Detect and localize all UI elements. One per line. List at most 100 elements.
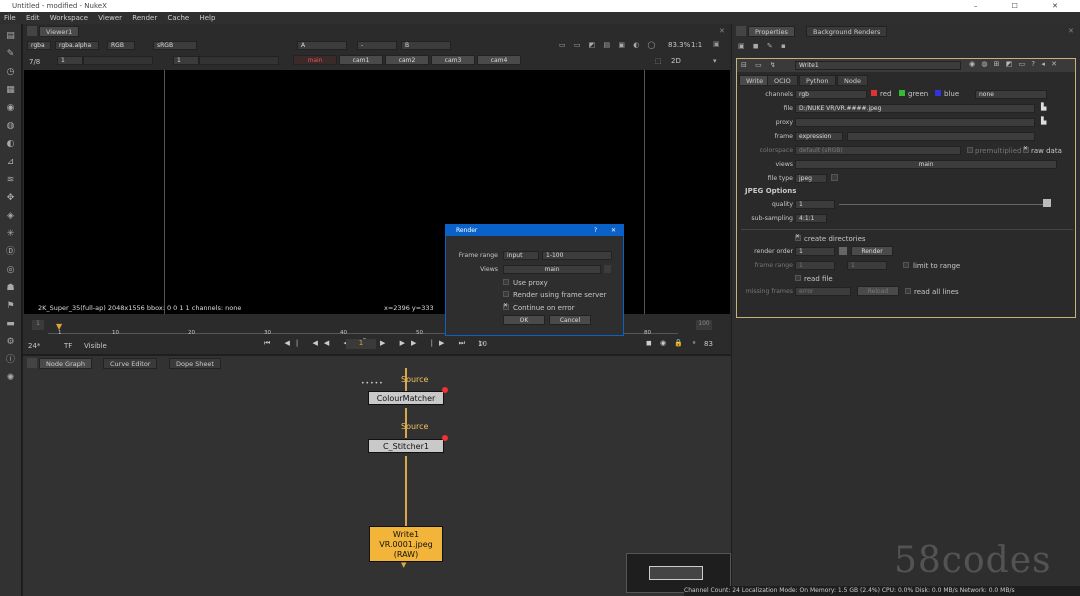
menu-edit[interactable]: Edit: [22, 12, 44, 24]
frame-fraction[interactable]: 7/8: [29, 58, 40, 66]
node-graph-panel[interactable]: Node Graph Curve Editor Dope Sheet ▼ Sou…: [23, 356, 731, 596]
tab-dope-sheet[interactable]: Dope Sheet: [169, 358, 221, 369]
green-swatch[interactable]: [899, 90, 905, 96]
dialog-views-select[interactable]: main: [503, 265, 601, 274]
playback-mode-icons[interactable]: ◼ ◉ 🔒 ⚬: [646, 339, 700, 347]
tab-ocio[interactable]: OCIO: [767, 75, 798, 86]
current-frame-field[interactable]: 1: [346, 339, 376, 349]
quality-field[interactable]: 1: [795, 200, 835, 209]
channel-icon[interactable]: ▦: [4, 84, 17, 97]
lut-select[interactable]: sRGB: [153, 41, 197, 50]
minimap-viewport[interactable]: [649, 566, 703, 580]
frame-mode-select[interactable]: expression: [795, 132, 843, 141]
viewer-canvas[interactable]: 2K_Super_35(full-ap) 2048x1556 bbox: 0 0…: [24, 70, 730, 314]
transform-icon[interactable]: ✥: [4, 192, 17, 205]
transport-forward-controls[interactable]: ▶ ▶▶ |▶ ⏭ ▷: [380, 339, 490, 348]
proxy-path-field[interactable]: [795, 118, 1035, 127]
tab-curve-editor[interactable]: Curve Editor: [103, 358, 158, 369]
panel-menu-icon[interactable]: [27, 358, 37, 368]
colorspace-select[interactable]: RGB: [107, 41, 135, 50]
frame-expression-field[interactable]: [847, 132, 1035, 141]
compare-select[interactable]: -: [357, 41, 397, 50]
window-controls[interactable]: – ☐ ✕: [974, 0, 1074, 12]
input-b-select[interactable]: B: [401, 41, 451, 50]
continue-on-error-checkbox[interactable]: [503, 302, 509, 310]
viewer-tools-icon[interactable]: ▭ ▭ ◩ ▤ ▣ ◐ ◯: [559, 41, 659, 49]
alpha-channel-select[interactable]: none: [975, 90, 1047, 99]
view-mode-select[interactable]: 2D: [671, 57, 681, 65]
blue-check[interactable]: blue: [944, 90, 959, 98]
dialog-frame-range-field[interactable]: 1-100: [542, 251, 612, 260]
ratio-readout[interactable]: 1:1: [691, 41, 702, 49]
dialog-cancel-button[interactable]: Cancel: [549, 315, 591, 325]
tab-node[interactable]: Node: [837, 75, 868, 86]
particles-icon[interactable]: ✳: [4, 228, 17, 241]
green-check[interactable]: green: [908, 90, 928, 98]
file-path-field[interactable]: D:/NUKE VR/VR.####.jpeg: [795, 104, 1035, 113]
frame-server-checkbox[interactable]: [503, 291, 509, 297]
read-all-lines-checkbox[interactable]: [905, 288, 911, 294]
tf-select[interactable]: TF: [64, 342, 72, 350]
gamma-slider[interactable]: [199, 56, 279, 65]
alpha-select[interactable]: rgba.alpha: [55, 41, 99, 50]
use-proxy-checkbox[interactable]: [503, 279, 509, 285]
other-icon[interactable]: ▬: [4, 318, 17, 331]
tab-node-graph[interactable]: Node Graph: [39, 358, 92, 369]
node-name-field[interactable]: Write1: [795, 61, 961, 70]
layer-icon[interactable]: ≋: [4, 174, 17, 187]
visible-select[interactable]: Visible: [84, 342, 107, 350]
blue-swatch[interactable]: [935, 90, 941, 96]
node-stitcher[interactable]: C_Stitcher1: [368, 439, 444, 453]
create-directories-checkbox[interactable]: [795, 233, 801, 241]
frame-num-field[interactable]: 1: [173, 56, 199, 65]
quality-slider[interactable]: [839, 204, 1051, 205]
panel-menu-icon[interactable]: [736, 26, 746, 36]
file-browser-icon[interactable]: ▙: [1041, 103, 1046, 111]
close-panel-icon[interactable]: ✕: [719, 27, 725, 35]
dialog-help-icon[interactable]: ?: [594, 225, 597, 236]
proxy-browser-icon[interactable]: ▙: [1041, 117, 1046, 125]
file-type-select[interactable]: jpeg: [795, 174, 827, 183]
filter-icon[interactable]: ◍: [4, 120, 17, 133]
3d-icon[interactable]: ◈: [4, 210, 17, 223]
menu-render[interactable]: Render: [128, 12, 161, 24]
merge-icon[interactable]: ⊿: [4, 156, 17, 169]
red-swatch[interactable]: [871, 90, 877, 96]
render-button[interactable]: Render: [851, 246, 893, 256]
view-cam4-button[interactable]: cam4: [477, 55, 521, 65]
quality-slider-handle[interactable]: [1043, 199, 1051, 207]
frame-start-field[interactable]: 1: [57, 56, 83, 65]
tab-viewer1[interactable]: Viewer1: [39, 26, 80, 37]
tab-write[interactable]: Write: [739, 75, 771, 86]
range-end-field[interactable]: 100: [696, 320, 712, 330]
menu-workspace[interactable]: Workspace: [46, 12, 92, 24]
channels-select[interactable]: rgba: [27, 41, 51, 50]
file-type-info-icon[interactable]: [831, 174, 838, 181]
metadata-icon[interactable]: ☗: [4, 282, 17, 295]
range-start-field[interactable]: 1: [32, 320, 44, 330]
deep-icon[interactable]: Ⓓ: [4, 246, 17, 259]
view-main-button[interactable]: main: [293, 55, 337, 65]
dialog-close-icon[interactable]: ✕: [611, 225, 616, 236]
input-a-select[interactable]: A: [297, 41, 347, 50]
furnace-icon[interactable]: ⚙: [4, 336, 17, 349]
viewer-settings-icon[interactable]: ▣: [713, 40, 720, 48]
menu-file[interactable]: File: [0, 12, 20, 24]
end-frame-field[interactable]: 83: [704, 340, 713, 348]
menu-viewer[interactable]: Viewer: [94, 12, 126, 24]
time-icon[interactable]: ◷: [4, 66, 17, 79]
render-order-field[interactable]: 1: [795, 247, 835, 256]
node-tools-icons[interactable]: ◉ ◍ ⊞ ◩ ▭ ? ◂ ✕: [969, 60, 1059, 68]
channels-select[interactable]: rgb: [795, 90, 867, 99]
views-icon[interactable]: ◎: [4, 264, 17, 277]
views-select[interactable]: main: [795, 160, 1057, 169]
view-cam3-button[interactable]: cam3: [431, 55, 475, 65]
raw-data-checkbox[interactable]: [1023, 145, 1029, 153]
menu-cache[interactable]: Cache: [163, 12, 193, 24]
dialog-frame-range-mode[interactable]: input: [503, 251, 539, 260]
color-icon[interactable]: ◉: [4, 102, 17, 115]
view-cam1-button[interactable]: cam1: [339, 55, 383, 65]
help-icon[interactable]: ⓘ: [4, 354, 17, 367]
render-order-slider[interactable]: [839, 247, 847, 255]
menu-help[interactable]: Help: [195, 12, 219, 24]
